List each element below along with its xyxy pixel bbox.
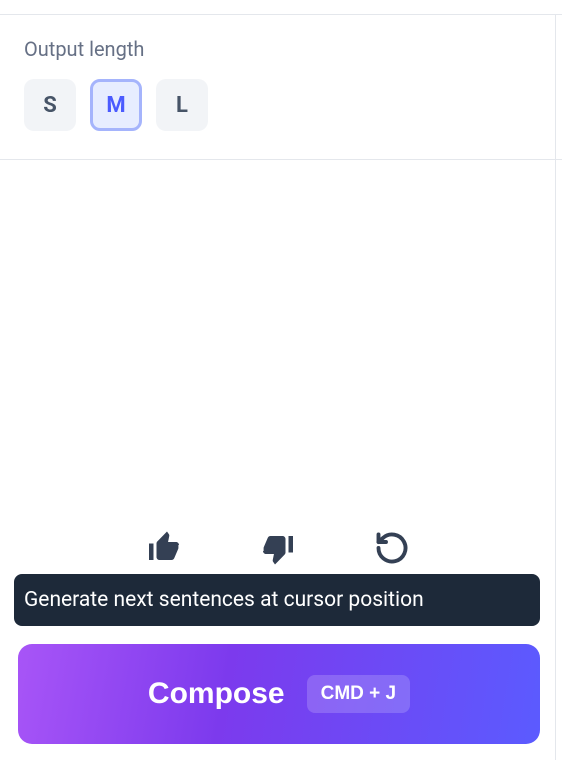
thumbs-down-icon[interactable] (258, 528, 298, 568)
output-length-options: S M L (24, 79, 538, 131)
length-option-m[interactable]: M (90, 79, 142, 131)
feedback-row (0, 528, 556, 568)
compose-tooltip: Generate next sentences at cursor positi… (14, 574, 540, 626)
length-option-s[interactable]: S (24, 79, 76, 131)
thumbs-up-icon[interactable] (144, 528, 184, 568)
compose-button[interactable]: Compose CMD + J (18, 644, 540, 744)
compose-shortcut: CMD + J (307, 675, 411, 713)
length-option-l[interactable]: L (156, 79, 208, 131)
output-length-label: Output length (24, 37, 538, 61)
compose-label: Compose (148, 677, 285, 711)
regenerate-icon[interactable] (372, 528, 412, 568)
output-length-section: Output length S M L (0, 14, 562, 160)
compose-row: Compose CMD + J (18, 644, 540, 744)
